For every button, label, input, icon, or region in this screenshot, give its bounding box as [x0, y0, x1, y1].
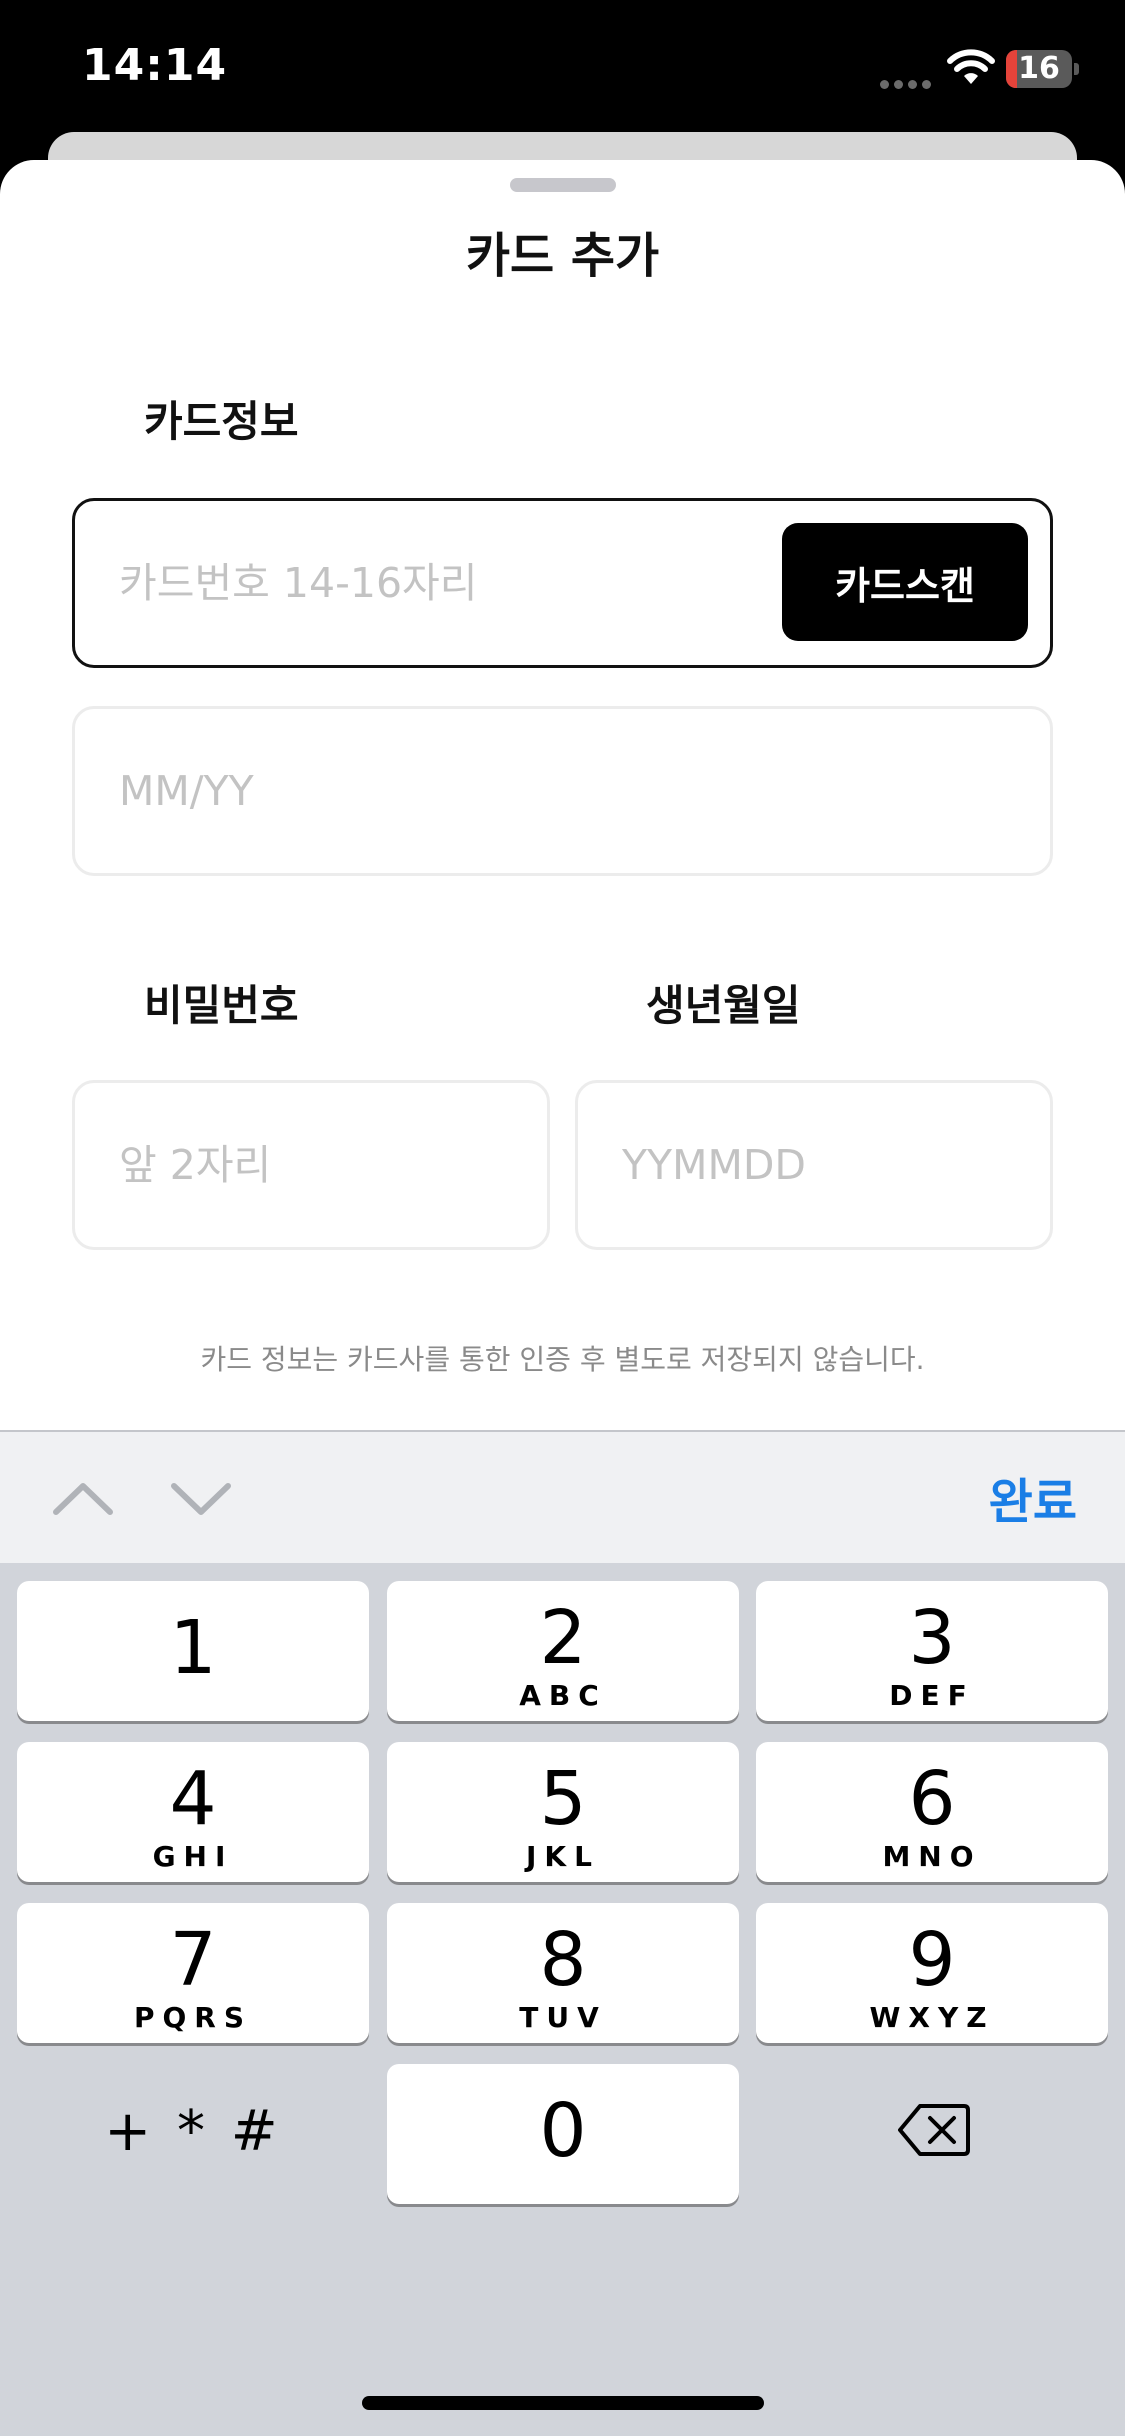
expiry-input[interactable]	[119, 709, 802, 873]
birth-date-label: 생년월일	[646, 981, 801, 1030]
storage-notice: 카드 정보는 카드사를 통한 인증 후 별도로 저장되지 않습니다.	[200, 1343, 925, 1376]
key-7[interactable]: 7 PQRS	[17, 1903, 369, 2043]
key-letters: WXYZ	[869, 2001, 995, 2034]
expiry-field[interactable]	[72, 706, 1053, 876]
wifi-icon	[947, 49, 995, 84]
key-digit: 1	[169, 1605, 217, 1691]
key-digit: 4	[169, 1756, 217, 1842]
key-digit: 5	[539, 1756, 587, 1842]
done-button[interactable]: 완료	[989, 1462, 1077, 1532]
card-scan-button[interactable]: 카드스캔	[782, 523, 1028, 641]
battery-icon: 16	[1006, 50, 1079, 88]
key-4[interactable]: 4 GHI	[17, 1742, 369, 1882]
key-letters: GHI	[152, 1840, 234, 1873]
sheet-grabber[interactable]	[510, 178, 616, 192]
password-label: 비밀번호	[144, 981, 299, 1030]
key-letters: ABC	[519, 1679, 607, 1712]
status-bar: 14:14 16	[0, 0, 1125, 140]
birth-date-input[interactable]	[622, 1083, 953, 1247]
home-indicator[interactable]	[362, 2396, 764, 2410]
status-time: 14:14	[82, 40, 228, 91]
chevron-up-icon[interactable]	[48, 1470, 118, 1526]
key-digit: 7	[169, 1917, 217, 2003]
key-6[interactable]: 6 MNO	[756, 1742, 1108, 1882]
card-info-label: 카드정보	[144, 397, 299, 446]
card-number-field[interactable]: 카드스캔	[72, 498, 1053, 668]
cellular-signal-icon	[880, 74, 936, 89]
key-5[interactable]: 5 JKL	[387, 1742, 739, 1882]
delete-icon	[898, 2104, 970, 2156]
page-title: 카드 추가	[465, 228, 660, 284]
password-input[interactable]	[119, 1083, 450, 1247]
key-1[interactable]: 1	[17, 1581, 369, 1721]
chevron-down-icon[interactable]	[166, 1470, 236, 1526]
key-letters: DEF	[889, 1679, 975, 1712]
password-field[interactable]	[72, 1080, 550, 1250]
add-card-sheet: 카드 추가 카드정보 카드스캔 비밀번호 생년월일 카드 정보는 카드사를 통한…	[0, 160, 1125, 1430]
card-number-input[interactable]	[119, 501, 802, 665]
key-letters: PQRS	[133, 2001, 253, 2034]
key-letters: JKL	[526, 1840, 600, 1873]
key-2[interactable]: 2 ABC	[387, 1581, 739, 1721]
key-8[interactable]: 8 TUV	[387, 1903, 739, 2043]
birth-date-field[interactable]	[575, 1080, 1053, 1250]
symbols-label: + * #	[104, 2099, 282, 2164]
key-digit: 3	[908, 1595, 956, 1681]
keyboard-accessory-bar: 완료	[0, 1430, 1125, 1563]
key-letters: MNO	[882, 1840, 982, 1873]
key-digit: 6	[908, 1756, 956, 1842]
key-0[interactable]: 0	[387, 2064, 739, 2204]
key-digit: 9	[908, 1917, 956, 2003]
key-digit: 0	[539, 2088, 587, 2174]
battery-level: 16	[1018, 51, 1060, 86]
key-digit: 8	[539, 1917, 587, 2003]
delete-key[interactable]	[756, 2064, 1108, 2204]
screen: 14:14 16 카드 추가 카드정보 카드스캔 비밀번호 생년월일	[0, 0, 1125, 2436]
key-letters: TUV	[519, 2001, 607, 2034]
key-digit: 2	[539, 1595, 587, 1681]
key-3[interactable]: 3 DEF	[756, 1581, 1108, 1721]
symbols-key[interactable]: + * #	[17, 2064, 369, 2204]
numeric-keypad: 1 2 ABC 3 DEF 4 GHI 5 JKL 6 MNO 7 PQRS 8…	[0, 1563, 1125, 2436]
key-9[interactable]: 9 WXYZ	[756, 1903, 1108, 2043]
